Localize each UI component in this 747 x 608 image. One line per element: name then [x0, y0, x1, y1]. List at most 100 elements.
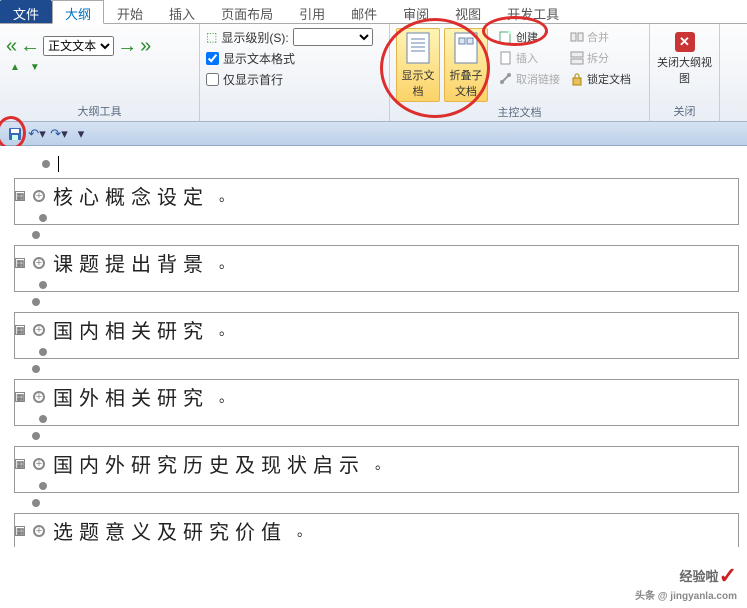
group-close: ✕ 关闭大纲视图 关闭 [650, 24, 720, 121]
show-document-button[interactable]: 显示文档 [396, 28, 440, 102]
outline-row[interactable]: ▦ + 国内外研究历史及现状启示 。 [15, 447, 738, 480]
demote-icon[interactable]: → [117, 36, 137, 56]
tab-home[interactable]: 开始 [104, 0, 156, 23]
tab-reference[interactable]: 引用 [286, 0, 338, 23]
heading-trail: 。 [219, 320, 233, 340]
save-button[interactable] [6, 125, 24, 143]
document-icon [404, 31, 432, 65]
outline-box: ▦ + 课题提出背景 。 [14, 245, 739, 292]
close-outline-button[interactable]: ✕ 关闭大纲视图 [656, 28, 713, 86]
heading-bullet-icon[interactable]: + [33, 458, 45, 470]
split-icon [570, 51, 584, 65]
bullet-dot [32, 298, 40, 306]
show-level-row[interactable]: ⬚ 显示级别(S): [206, 28, 373, 46]
sep-row [8, 296, 739, 308]
heading-bullet-icon[interactable]: + [33, 190, 45, 202]
bullet-dot [32, 432, 40, 440]
expand-icon[interactable]: ▦ [15, 258, 25, 268]
outline-row[interactable]: ▦ + 核心概念设定 。 [15, 179, 738, 212]
promote-icon[interactable]: ← [20, 36, 40, 56]
group-master-doc: 显示文档 折叠子文档 创建 插入 取消链接 [390, 24, 650, 121]
create-button[interactable]: 创建 [496, 28, 563, 46]
heading-text: 课题提出背景 [53, 248, 209, 277]
expand-icon[interactable]: ▦ [15, 191, 25, 201]
heading-bullet-icon[interactable]: + [33, 391, 45, 403]
sep-row [8, 229, 739, 241]
show-level-select[interactable] [293, 28, 373, 46]
demote-to-body-icon[interactable]: » [140, 36, 151, 56]
show-format-check[interactable]: 显示文本格式 [206, 50, 373, 67]
heading-trail: 。 [219, 253, 233, 273]
redo-button[interactable]: ↷▾ [50, 125, 68, 143]
heading-bullet-icon[interactable]: + [33, 525, 45, 537]
split-button[interactable]: 拆分 [567, 49, 634, 67]
heading-trail: 。 [375, 454, 389, 474]
outline-box: ▦ + 国外相关研究 。 [14, 379, 739, 426]
bullet-dot [39, 415, 47, 423]
outline-row[interactable]: ▦ + 选题意义及研究价值 。 [15, 514, 738, 547]
heading-text: 选题意义及研究价值 [53, 516, 287, 545]
first-line-checkbox[interactable] [206, 73, 219, 86]
tab-outline[interactable]: 大纲 [52, 0, 104, 24]
tab-page-layout[interactable]: 页面布局 [208, 0, 286, 23]
outline-level-select[interactable]: 正文文本 [43, 36, 114, 56]
text-cursor[interactable] [58, 156, 59, 172]
expand-icon[interactable]: ▦ [15, 392, 25, 402]
show-format-checkbox[interactable] [206, 52, 219, 65]
tab-file[interactable]: 文件 [0, 0, 52, 23]
heading-bullet-icon[interactable]: + [33, 324, 45, 336]
bullet-dot [32, 499, 40, 507]
expand-icon[interactable]: ▦ [15, 325, 25, 335]
first-line-check[interactable]: 仅显示首行 [206, 71, 373, 88]
heading-text: 国外相关研究 [53, 382, 209, 411]
group-show: ⬚ 显示级别(S): 显示文本格式 仅显示首行 [200, 24, 390, 121]
cursor-line [42, 154, 739, 174]
expand-icon[interactable]: ▦ [15, 526, 25, 536]
unlink-button[interactable]: 取消链接 [496, 70, 563, 88]
bullet-dot [32, 231, 40, 239]
collapse-icon [452, 31, 480, 65]
bullet-dot [39, 281, 47, 289]
group-label-outline-tools: 大纲工具 [6, 101, 193, 119]
tab-insert[interactable]: 插入 [156, 0, 208, 23]
group-outline-tools: « ← 正文文本 → » ▲ ▼ 大纲工具 [0, 24, 200, 121]
insert-doc-icon [499, 51, 513, 65]
bullet-dot [42, 160, 50, 168]
merge-icon [570, 30, 584, 44]
tab-review[interactable]: 审阅 [390, 0, 442, 23]
sub-row [15, 346, 738, 358]
heading-bullet-icon[interactable]: + [33, 257, 45, 269]
sub-row [15, 212, 738, 224]
promote-to-top-icon[interactable]: « [6, 36, 17, 56]
lock-button[interactable]: 锁定文档 [567, 70, 634, 88]
bullet-dot [32, 365, 40, 373]
close-icon: ✕ [675, 32, 695, 52]
heading-trail: 。 [219, 186, 233, 206]
insert-subdoc-button[interactable]: 插入 [496, 49, 563, 67]
outline-box: ▦ + 选题意义及研究价值 。 [14, 513, 739, 547]
sep-row [8, 363, 739, 375]
group-label-close: 关闭 [656, 101, 713, 119]
outline-box: ▦ + 国内相关研究 。 [14, 312, 739, 359]
undo-button[interactable]: ↶▾ [28, 125, 46, 143]
merge-button[interactable]: 合并 [567, 28, 634, 46]
ribbon: « ← 正文文本 → » ▲ ▼ 大纲工具 ⬚ 显示级别(S): [0, 24, 747, 122]
tab-view[interactable]: 视图 [442, 0, 494, 23]
heading-trail: 。 [219, 387, 233, 407]
group-label-master: 主控文档 [396, 102, 643, 120]
outline-row[interactable]: ▦ + 国内相关研究 。 [15, 313, 738, 346]
qat-customize[interactable]: ▾ [72, 125, 90, 143]
watermark: 经验啦✓ 头条 @ jingyanla.com [635, 561, 737, 602]
move-up-icon[interactable]: ▲ [10, 62, 20, 73]
move-down-icon[interactable]: ▼ [30, 62, 40, 73]
tab-developer[interactable]: 开发工具 [494, 0, 572, 23]
heading-text: 国内相关研究 [53, 315, 209, 344]
sep-row [8, 497, 739, 509]
tab-mail[interactable]: 邮件 [338, 0, 390, 23]
outline-row[interactable]: ▦ + 课题提出背景 。 [15, 246, 738, 279]
outline-box: ▦ + 国内外研究历史及现状启示 。 [14, 446, 739, 493]
collapse-subdoc-button[interactable]: 折叠子文档 [444, 28, 488, 102]
outline-row[interactable]: ▦ + 国外相关研究 。 [15, 380, 738, 413]
undo-icon: ↶ [28, 126, 39, 142]
expand-icon[interactable]: ▦ [15, 459, 25, 469]
